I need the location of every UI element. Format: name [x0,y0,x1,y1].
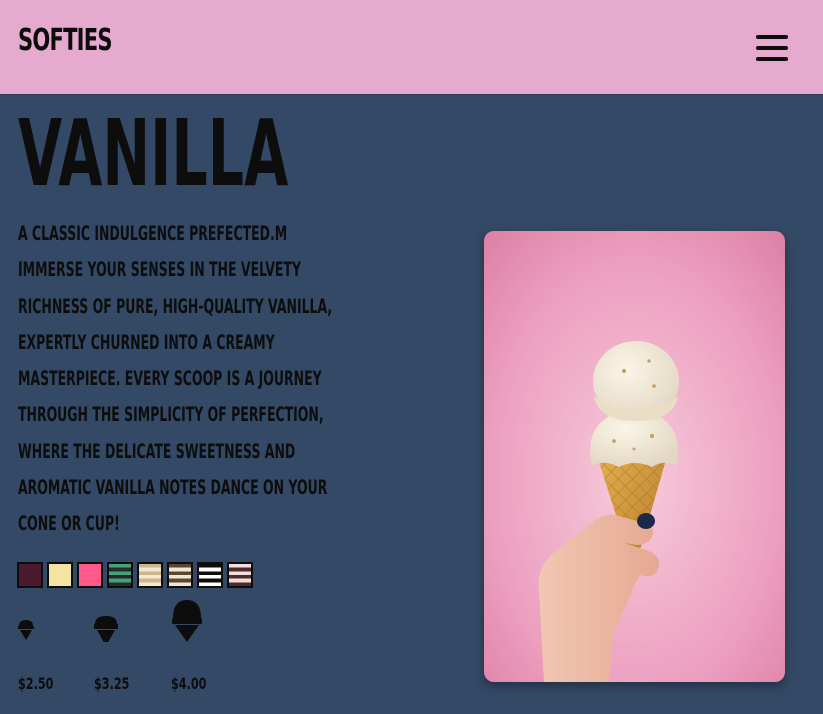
ice-cream-photo [484,231,785,682]
medium-cone-icon [94,616,118,642]
menu-bar-bottom [756,57,788,61]
menu-bar-middle [756,46,788,50]
swatch-black-stripes[interactable] [197,562,223,588]
brand-logo[interactable]: SOFTIES [18,26,113,56]
color-swatches [17,562,253,592]
flavor-title: VANILLA [18,100,289,207]
hamburger-menu-icon[interactable] [756,35,788,63]
size-small-price: $2.50 [18,674,54,693]
swatch-tan-stripes[interactable] [137,562,163,588]
swatch-mint-stripes[interactable] [107,562,133,588]
large-cone-icon [172,600,202,642]
ice-cream-cone-illustration [484,231,785,682]
site-header: SOFTIES [0,0,823,95]
size-medium-option[interactable]: $3.25 [94,616,129,693]
swatch-pink[interactable] [77,562,103,588]
swatch-burgundy[interactable] [17,562,43,588]
size-large-option[interactable]: $4.00 [171,600,206,693]
size-medium-price: $3.25 [94,674,130,693]
size-small-option[interactable]: $2.50 [18,618,53,693]
size-large-price: $4.00 [171,674,207,693]
swatch-cream[interactable] [47,562,73,588]
swatch-cream-brown-stripes[interactable] [227,562,253,588]
flavor-description: A CLASSIC INDULGENCE PREFECTED.M IMMERSE… [18,222,333,536]
menu-bar-top [756,35,788,39]
swatch-brown-stripes[interactable] [167,562,193,588]
small-cone-icon [18,620,34,640]
